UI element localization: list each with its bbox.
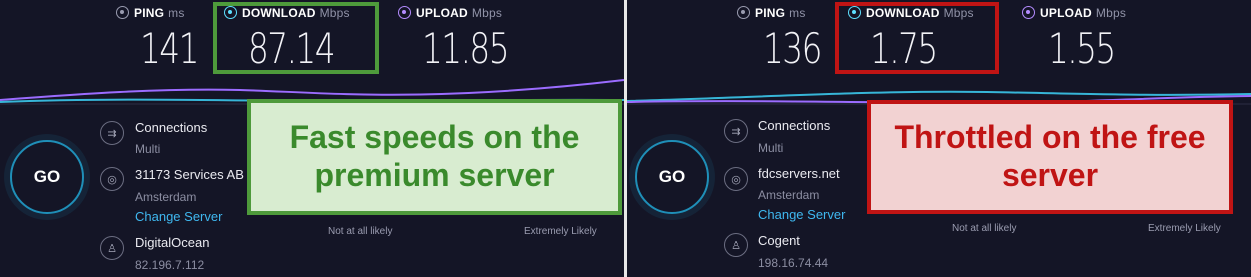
upload-value: 1.55 (1048, 24, 1116, 73)
ping-value: 136 (763, 24, 822, 73)
provider-ip: 198.16.74.44 (758, 256, 829, 270)
change-server-link[interactable]: Change Server (758, 207, 845, 222)
speedtest-panel-free: PING ms 136 DOWNLOAD Mbps 1.75 UPLOAD Mbps … (627, 0, 1251, 277)
upload-label: UPLOAD (416, 6, 468, 20)
ping-icon (737, 6, 750, 19)
annotation-overlay: Fast speeds on the premium server (247, 99, 622, 215)
provider-name: Cogent (758, 233, 800, 248)
upload-label: UPLOAD (1040, 6, 1092, 20)
annotation-line-2: premium server (314, 157, 555, 193)
annotation-line-1: Throttled on the free (894, 119, 1206, 156)
annotation-line-1: Fast speeds on the (289, 119, 580, 156)
go-button[interactable]: GO (635, 140, 709, 214)
globe-icon: ◎ (100, 167, 124, 191)
connections-mode[interactable]: Multi (758, 141, 783, 155)
ping-value: 141 (140, 24, 199, 73)
connections-mode[interactable]: Multi (135, 142, 160, 156)
change-server-link[interactable]: Change Server (135, 209, 222, 224)
upload-unit: Mbps (1095, 6, 1127, 20)
server-name: fdcservers.net (758, 166, 840, 181)
server-location: Amsterdam (758, 188, 820, 202)
provider-ip: 82.196.7.112 (135, 258, 205, 272)
annotation-line-2: server (1001, 157, 1099, 193)
ping-label: PING (134, 6, 165, 20)
survey-low-label: Not at all likely (328, 226, 393, 237)
upload-unit: Mbps (471, 6, 503, 20)
upload-value: 11.85 (422, 24, 510, 73)
user-icon: ♙ (724, 233, 748, 257)
globe-icon: ◎ (724, 167, 748, 191)
ping-icon (116, 6, 129, 19)
ping-label: PING (755, 6, 786, 20)
ping-unit: ms (789, 6, 806, 20)
server-name: 31173 Services AB (135, 167, 244, 182)
connections-icon: ⇉ (100, 121, 124, 145)
upload-icon (1022, 6, 1035, 19)
survey-high-label: Extremely Likely (524, 226, 597, 237)
connections-icon: ⇉ (724, 119, 748, 143)
provider-name: DigitalOcean (135, 235, 210, 250)
connections-title: Connections (758, 118, 831, 133)
user-icon: ♙ (100, 236, 124, 260)
ping-unit: ms (168, 6, 185, 20)
server-location: Amsterdam (135, 190, 197, 204)
survey-low-label: Not at all likely (952, 223, 1017, 234)
upload-icon (398, 6, 411, 19)
download-highlight-box (835, 2, 999, 74)
speedtest-panel-premium: PING ms 141 DOWNLOAD Mbps 87.14 UPLOAD Mbps… (0, 0, 624, 277)
annotation-overlay: Throttled on the free server (867, 100, 1233, 214)
go-button[interactable]: GO (10, 140, 84, 214)
survey-high-label: Extremely Likely (1148, 223, 1221, 234)
connections-title: Connections (135, 120, 208, 135)
download-highlight-box (213, 2, 379, 74)
